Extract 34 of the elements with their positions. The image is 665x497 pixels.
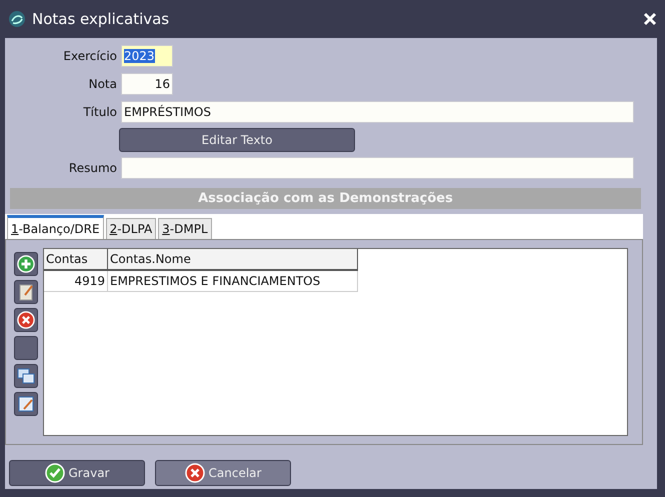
field-label: Nota <box>88 77 118 91</box>
field-label: Título <box>82 105 118 119</box>
tab[interactable]: 2-DLPA <box>106 218 156 239</box>
input-field[interactable] <box>121 157 634 179</box>
clipboard-pencil-icon <box>17 283 35 301</box>
windows-icon <box>17 367 35 385</box>
window-title: Notas explicativas <box>32 10 170 28</box>
cancel-icon <box>184 463 205 483</box>
cancel-button[interactable]: Cancelar <box>155 460 291 486</box>
section-header: Associação com as Demonstrações <box>10 188 641 209</box>
input-field[interactable]: EMPRÉSTIMOS <box>121 101 634 123</box>
toolbar-button[interactable] <box>14 392 38 416</box>
toolbar-button[interactable] <box>14 364 38 388</box>
toolbar-button[interactable] <box>14 252 38 276</box>
save-button[interactable]: Gravar <box>9 460 145 486</box>
toolbar-button[interactable] <box>14 280 38 304</box>
field-label: Exercício <box>62 49 118 63</box>
field-label: Resumo <box>68 161 118 175</box>
tab[interactable]: 1-Balanço/DRE <box>7 215 104 239</box>
table-cell: EMPRESTIMOS E FINANCIAMENTOS <box>108 271 358 292</box>
app-logo-icon <box>8 10 26 28</box>
table-cell: 4919 <box>44 271 108 292</box>
column-header[interactable]: Contas <box>44 249 108 271</box>
form-pencil-icon <box>17 395 35 413</box>
input-field[interactable]: 2023 <box>121 45 173 67</box>
delete-icon <box>17 311 35 329</box>
edit-text-button[interactable]: Editar Texto <box>119 128 355 152</box>
tab[interactable]: 3-DMPL <box>158 218 212 239</box>
toolbar-button[interactable] <box>14 308 38 332</box>
close-icon[interactable] <box>643 12 657 26</box>
input-field[interactable]: 16 <box>121 73 173 95</box>
check-icon <box>44 463 64 483</box>
column-header[interactable]: Contas.Nome <box>108 249 358 271</box>
add-icon <box>17 255 35 273</box>
